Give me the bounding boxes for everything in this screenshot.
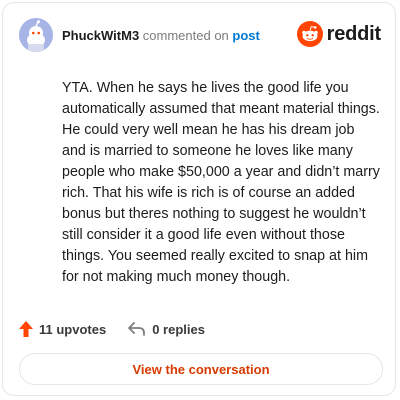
snoo-avatar-icon xyxy=(19,18,53,52)
username-link[interactable]: PhuckWitM3 xyxy=(62,28,139,43)
upvote-button[interactable]: 11 upvotes xyxy=(19,321,106,337)
post-link[interactable]: post xyxy=(232,28,259,43)
replies-button[interactable]: 0 replies xyxy=(128,322,205,337)
upvote-arrow-icon xyxy=(19,321,33,337)
upvote-count: 11 upvotes xyxy=(39,321,107,337)
comment-card: PhuckWitM3 commented on post reddit YTA.… xyxy=(2,2,396,396)
user-avatar[interactable] xyxy=(19,18,53,52)
comment-header: PhuckWitM3 commented on post xyxy=(62,28,260,44)
reddit-alien-icon xyxy=(296,21,323,47)
comment-actions: 11 upvotes 0 replies xyxy=(19,321,205,337)
reply-count: 0 replies xyxy=(152,321,205,337)
action-text: commented on xyxy=(142,28,229,43)
comment-body: YTA. When he says he lives the good life… xyxy=(62,80,380,285)
reply-arrow-icon xyxy=(128,322,146,336)
view-conversation-button[interactable]: View the conversation xyxy=(19,353,383,385)
reddit-wordmark: reddit xyxy=(326,22,382,45)
reddit-brand[interactable]: reddit xyxy=(296,21,382,47)
